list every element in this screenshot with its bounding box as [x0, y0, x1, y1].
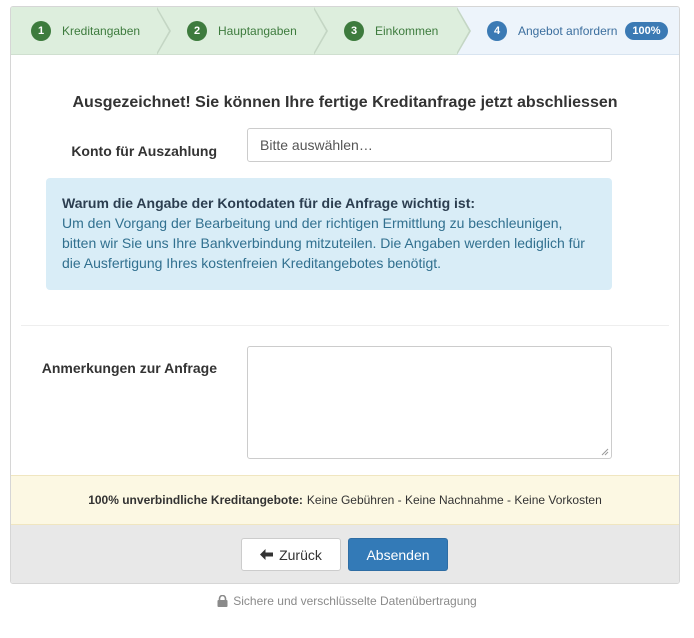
- step-label: Einkommen: [375, 23, 439, 38]
- form-footer: Zurück Absenden: [11, 525, 679, 583]
- progress-badge: 100%: [625, 21, 668, 40]
- progress-steps: 1 Kreditangaben 2 Hauptangaben 3 Einkomm…: [11, 7, 679, 55]
- secure-text: Sichere und verschlüsselte Datenübertrag…: [233, 594, 477, 608]
- konto-select-value: Bitte auswählen…: [260, 137, 373, 153]
- submit-button-label: Absenden: [366, 546, 430, 563]
- step-label: Hauptangaben: [218, 23, 297, 38]
- lock-icon: [217, 595, 228, 607]
- step-label: Angebot anfordern: [518, 23, 618, 38]
- konto-label: Konto für Auszahlung: [71, 143, 217, 159]
- submit-button[interactable]: Absenden: [348, 538, 448, 571]
- credit-request-card: 1 Kreditangaben 2 Hauptangaben 3 Einkomm…: [10, 6, 680, 584]
- step-hauptangaben[interactable]: 2 Hauptangaben: [157, 7, 328, 55]
- anmerkungen-textarea[interactable]: [247, 346, 612, 459]
- arrow-left-icon: [260, 549, 274, 560]
- notice-text: Keine Gebühren - Keine Nachnahme - Keine…: [306, 493, 602, 507]
- back-button[interactable]: Zurück: [241, 538, 341, 571]
- step-angebot-anfordern: 4 Angebot anfordern 100%: [457, 7, 679, 55]
- step-arrow-divider: [456, 7, 471, 55]
- info-box: Warum die Angabe der Kontodaten für die …: [46, 178, 612, 290]
- page-title: Ausgezeichnet! Sie können Ihre fertige K…: [72, 94, 618, 111]
- info-title: Warum die Angabe der Kontodaten für die …: [62, 195, 476, 211]
- secure-transfer-note: Sichere und verschlüsselte Datenübertrag…: [0, 594, 694, 608]
- back-button-label: Zurück: [279, 546, 322, 563]
- section-divider: [21, 325, 669, 326]
- anmerkungen-label: Anmerkungen zur Anfrage: [41, 360, 217, 376]
- konto-select[interactable]: Bitte auswählen…: [247, 128, 612, 162]
- step-number: 3: [344, 20, 364, 41]
- resize-grip-icon[interactable]: [601, 448, 609, 456]
- step-label: Kreditangaben: [62, 23, 141, 38]
- step-kreditangaben[interactable]: 1 Kreditangaben: [11, 7, 171, 55]
- step-einkommen[interactable]: 3 Einkommen: [314, 7, 471, 55]
- notice-bar: 100% unverbindliche Kreditangebote: Kein…: [11, 475, 679, 525]
- step-arrow-divider: [313, 7, 328, 55]
- step-number: 2: [187, 20, 207, 41]
- step-number: 4: [487, 20, 507, 41]
- form-body: Ausgezeichnet! Sie können Ihre fertige K…: [11, 55, 679, 475]
- info-text: Um den Vorgang der Bearbeitung und der r…: [62, 215, 585, 271]
- step-number: 1: [31, 20, 51, 41]
- notice-bold: 100% unverbindliche Kreditangebote:: [88, 493, 303, 507]
- step-arrow-divider: [156, 7, 171, 55]
